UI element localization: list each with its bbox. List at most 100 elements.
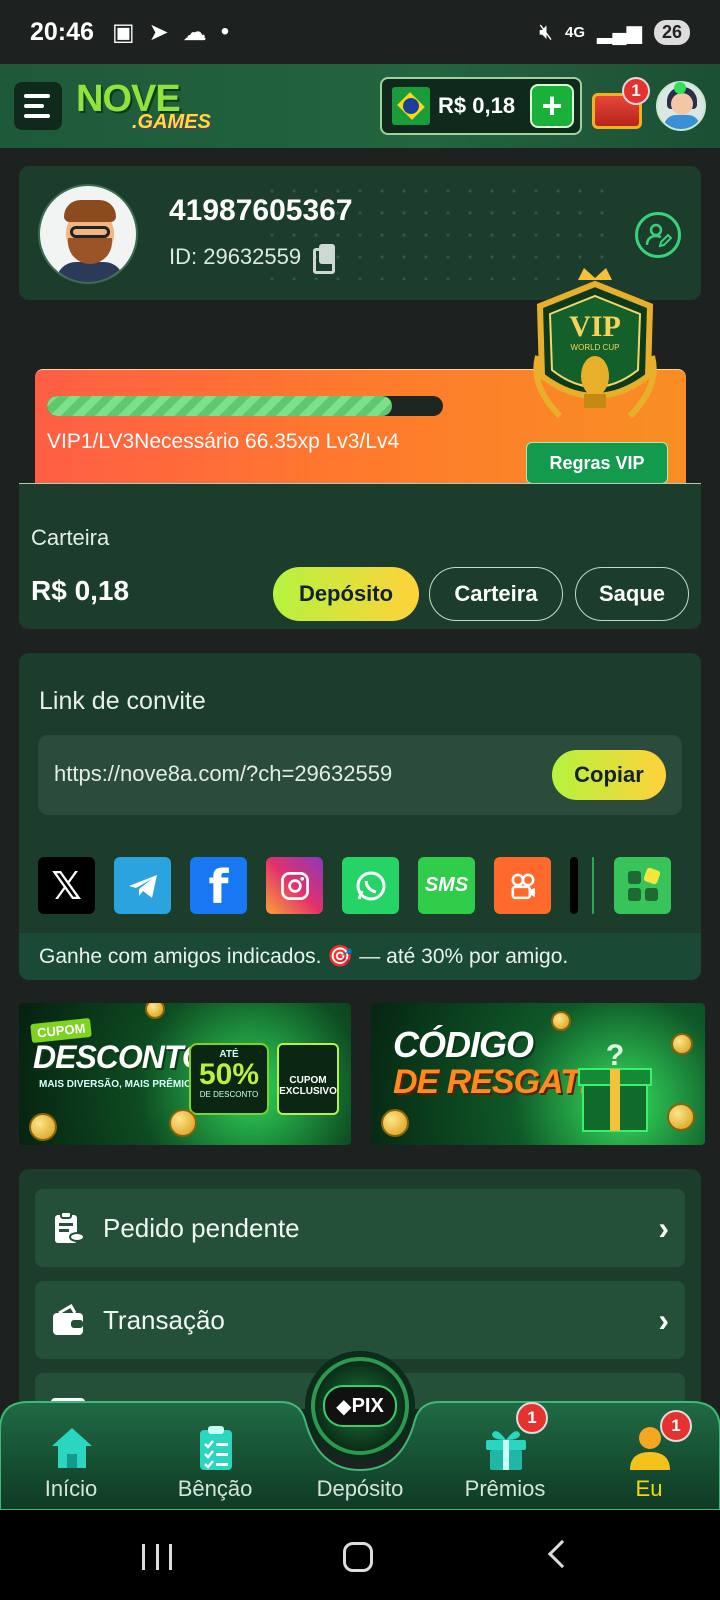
vip-shield-badge-icon: VIP WORLD CUP — [533, 268, 657, 419]
mute-icon: 🔇︎ — [539, 19, 554, 44]
share-icons-row: 𝕏 f SMS — [38, 857, 688, 915]
sms-icon[interactable]: SMS — [418, 857, 475, 914]
svg-text:?: ? — [606, 1041, 624, 1072]
edit-user-icon — [645, 223, 672, 248]
chevron-right-icon: › — [658, 1209, 669, 1246]
kwai-icon[interactable] — [494, 857, 551, 914]
username: 41987605367 — [169, 194, 353, 227]
wallet-button[interactable]: Carteira — [429, 567, 563, 621]
whatsapp-icon[interactable] — [342, 857, 399, 914]
status-time: 20:46 — [30, 17, 94, 46]
user-id: ID: 29632559 — [169, 244, 302, 269]
pix-label: PIX — [351, 1394, 384, 1417]
system-navigation-bar — [0, 1510, 720, 1600]
hamburger-menu-button[interactable] — [14, 82, 62, 130]
vip-badge-title: VIP — [569, 310, 621, 343]
logo-text-bottom: .GAMES — [132, 111, 211, 133]
notification-icons: ▣ ➤ ☁ • — [112, 18, 229, 47]
coin-icon — [551, 1011, 571, 1031]
vip-progress-bar — [47, 396, 443, 416]
redeem-title-line1: CÓDIGO — [393, 1024, 534, 1065]
brazil-flag-icon — [392, 87, 430, 125]
profile-avatar[interactable] — [38, 184, 138, 284]
nav-deposit-label: Depósito — [316, 1476, 404, 1501]
copy-link-button[interactable]: Copiar — [552, 750, 666, 800]
divider — [19, 483, 701, 484]
signal-icon: ▂▄▆ — [597, 21, 642, 44]
copy-id-icon[interactable] — [313, 244, 336, 274]
app-header: NOVE .GAMES R$ 0,18 + 1 — [0, 64, 720, 148]
wallet-label: Carteira — [31, 525, 110, 550]
treasure-chest-button[interactable]: 1 — [590, 77, 650, 133]
invite-card: Link de convite https://nove8a.com/?ch=2… — [19, 653, 701, 980]
edit-profile-button[interactable] — [635, 212, 681, 258]
coin-icon — [667, 1103, 695, 1131]
wallet-amount: R$ 0,18 — [31, 575, 130, 606]
menu-item-label: Transação — [103, 1304, 225, 1335]
network-label: 4G — [565, 23, 586, 41]
menu-item-transactions[interactable]: Transação › — [35, 1281, 685, 1359]
gift-box-icon: ? — [578, 1041, 652, 1132]
redeem-title-line2: DE RESGATE — [393, 1063, 603, 1101]
chest-badge: 1 — [622, 77, 650, 105]
coin-icon — [29, 1113, 57, 1141]
home-system-button[interactable] — [343, 1542, 373, 1572]
invite-link[interactable]: https://nove8a.com/?ch=29632559 — [54, 761, 392, 787]
discount-caption: DE DESCONTO — [199, 1090, 259, 1099]
online-status-dot — [674, 82, 686, 94]
coin-icon — [381, 1109, 409, 1137]
nav-home[interactable]: Início — [16, 1420, 126, 1510]
bottom-navigation: Início Bênção ◆ PIX Depósito 1 Prêmios 1 … — [0, 1357, 720, 1510]
instagram-icon[interactable] — [266, 857, 323, 914]
nav-me[interactable]: 1 Eu — [594, 1410, 704, 1510]
recent-apps-button[interactable] — [142, 1544, 172, 1570]
more-share-edge — [570, 857, 578, 914]
vip-progress-fill — [47, 396, 392, 416]
nav-home-label: Início — [44, 1476, 98, 1501]
more-dot-icon: • — [220, 18, 230, 45]
wallet-card: Carteira R$ 0,18 Depósito Carteira Saque — [19, 483, 701, 629]
discount-percent-box: ATÉ 50% DE DESCONTO — [189, 1043, 269, 1115]
vip-rules-button[interactable]: Regras VIP — [526, 442, 668, 484]
add-funds-button[interactable]: + — [530, 84, 574, 128]
redeem-code-banner[interactable]: CÓDIGO DE RESGATE ? — [371, 1003, 705, 1145]
header-balance[interactable]: R$ 0,18 + — [380, 77, 582, 135]
me-badge: 1 — [660, 1410, 692, 1442]
share-divider — [592, 857, 594, 914]
user-id-row: ID: 29632559 — [169, 244, 336, 274]
header-balance-amount: R$ 0,18 — [438, 93, 516, 118]
home-icon — [52, 1428, 92, 1468]
discount-percent: 50% — [198, 1058, 260, 1091]
nav-prizes[interactable]: 1 Prêmios — [450, 1402, 560, 1510]
deposit-button[interactable]: Depósito — [273, 567, 419, 621]
telegram-notification-icon: ➤ — [148, 18, 169, 46]
exclusive-coupon: CUPOM EXCLUSIVO — [277, 1043, 339, 1115]
vip-badge-subtitle: WORLD CUP — [571, 343, 620, 352]
invite-link-box: https://nove8a.com/?ch=29632559 Copiar — [38, 735, 682, 815]
back-system-button[interactable] — [547, 1539, 577, 1569]
discount-coupon-banner[interactable]: CUPOM DESCONTO MAIS DIVERSÃO, MAIS PRÊMI… — [19, 1003, 351, 1145]
nav-me-label: Eu — [635, 1476, 663, 1501]
invite-footer: Ganhe com amigos indicados. 🎯 — até 30% … — [19, 933, 701, 980]
wallet-icon — [53, 1303, 83, 1335]
facebook-icon[interactable]: f — [190, 857, 247, 914]
clipboard-coins-icon — [55, 1211, 85, 1243]
nav-deposit[interactable]: Depósito — [305, 1420, 415, 1510]
app-logo[interactable]: NOVE .GAMES — [76, 80, 211, 132]
menu-item-pending-orders[interactable]: Pedido pendente › — [35, 1189, 685, 1267]
more-apps-icon[interactable] — [614, 857, 671, 914]
checklist-icon — [200, 1426, 232, 1470]
menu-item-label: Pedido pendente — [103, 1212, 300, 1243]
chevron-right-icon: › — [658, 1301, 669, 1338]
nav-blessing[interactable]: Bênção — [160, 1420, 270, 1510]
telegram-icon[interactable] — [114, 857, 171, 914]
coin-icon — [671, 1033, 693, 1055]
vip-status-text: VIP1/LV3Necessário 66.35xp Lv3/Lv4 — [47, 430, 400, 453]
x-icon[interactable]: 𝕏 — [38, 857, 95, 914]
invite-title: Link de convite — [39, 687, 206, 715]
coin-icon — [169, 1109, 197, 1137]
battery-indicator: 26 — [653, 19, 690, 45]
status-bar: 20:46 ▣ ➤ ☁ • 🔇︎ 4G ▂▄▆ 26 — [0, 0, 720, 64]
withdraw-button[interactable]: Saque — [575, 567, 689, 621]
screenshot-icon: ▣ — [111, 18, 135, 46]
